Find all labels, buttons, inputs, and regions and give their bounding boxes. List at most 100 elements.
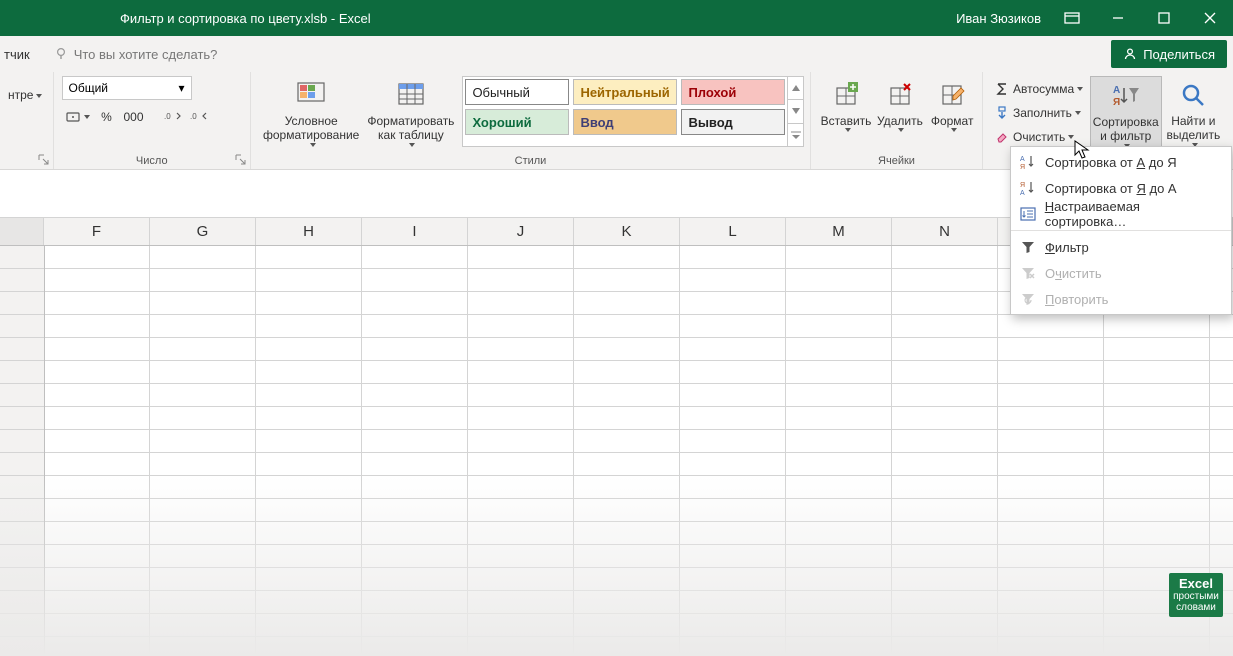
svg-text:А: А bbox=[1020, 190, 1025, 196]
delete-cells-button[interactable]: Удалить bbox=[873, 76, 927, 132]
decrease-decimal-button[interactable]: .0 bbox=[187, 106, 211, 128]
format-cells-button[interactable]: Формат bbox=[927, 76, 978, 132]
column-header[interactable]: I bbox=[362, 218, 468, 245]
tell-me-placeholder: Что вы хотите сделать? bbox=[74, 47, 218, 62]
decrease-decimal-icon: .0 bbox=[190, 110, 208, 124]
style-good[interactable]: Хороший bbox=[465, 109, 569, 135]
autosum-button[interactable]: Автосумма bbox=[991, 78, 1090, 100]
style-normal[interactable]: Обычный bbox=[465, 79, 569, 105]
maximize-button[interactable] bbox=[1141, 0, 1187, 36]
styles-group: Условное форматирование Форматировать ка… bbox=[251, 72, 811, 169]
document-title: Фильтр и сортировка по цвету.xlsb - Exce… bbox=[120, 11, 371, 26]
merge-center-button[interactable]: нтре bbox=[8, 76, 45, 102]
number-launcher-icon[interactable] bbox=[233, 152, 247, 166]
menu-label: Сортировка от Я до А bbox=[1045, 181, 1177, 196]
gallery-down-button[interactable] bbox=[787, 99, 803, 122]
select-all-corner[interactable] bbox=[0, 218, 44, 245]
menu-sort-a-to-z[interactable]: АЯ Сортировка от А до Я bbox=[1011, 149, 1231, 175]
ribbon-display-options-icon[interactable] bbox=[1049, 0, 1095, 36]
tab-fragment[interactable]: тчик bbox=[0, 47, 30, 62]
number-group-label: Число bbox=[54, 155, 251, 167]
style-neutral[interactable]: Нейтральный bbox=[573, 79, 677, 105]
style-input[interactable]: Ввод bbox=[573, 109, 677, 135]
find-select-button[interactable]: Найти и выделить bbox=[1162, 76, 1225, 149]
increase-decimal-button[interactable]: .0 bbox=[161, 106, 185, 128]
funnel-reapply-icon bbox=[1017, 292, 1039, 306]
format-cells-icon bbox=[939, 78, 965, 112]
number-format-value: Общий bbox=[69, 81, 109, 95]
menu-separator bbox=[1011, 230, 1231, 231]
svg-text:Я: Я bbox=[1020, 182, 1025, 189]
user-name[interactable]: Иван Зюзиков bbox=[956, 11, 1041, 26]
column-header[interactable]: F bbox=[44, 218, 150, 245]
fill-button[interactable]: Заполнить bbox=[991, 102, 1090, 124]
ribbon-tab-strip: тчик Что вы хотите сделать? Поделиться bbox=[0, 36, 1233, 72]
svg-text:.0: .0 bbox=[190, 112, 197, 121]
delete-cells-icon bbox=[887, 78, 913, 112]
menu-label: Сортировка от А до Я bbox=[1045, 155, 1177, 170]
fill-down-icon bbox=[995, 106, 1009, 120]
gallery-scroll bbox=[787, 77, 803, 146]
find-select-icon bbox=[1179, 78, 1207, 112]
gallery-up-button[interactable] bbox=[787, 77, 803, 99]
funnel-clear-icon bbox=[1017, 266, 1039, 280]
sort-descending-icon: ЯА bbox=[1017, 180, 1039, 196]
svg-text:Я: Я bbox=[1113, 97, 1120, 108]
style-bad[interactable]: Плохой bbox=[681, 79, 785, 105]
lightbulb-icon bbox=[54, 47, 68, 61]
menu-clear-filter: Очистить bbox=[1011, 260, 1231, 286]
clear-button[interactable]: Очистить bbox=[991, 126, 1090, 148]
svg-text:.0: .0 bbox=[164, 112, 171, 121]
menu-label: Повторить bbox=[1045, 292, 1108, 307]
svg-text:А: А bbox=[1113, 85, 1120, 96]
sort-filter-menu: АЯ Сортировка от А до Я ЯА Сортировка от… bbox=[1010, 146, 1232, 315]
share-button[interactable]: Поделиться bbox=[1111, 40, 1227, 68]
column-header[interactable]: G bbox=[150, 218, 256, 245]
channel-watermark: Excel простыми словами bbox=[1169, 573, 1223, 617]
style-output[interactable]: Вывод bbox=[681, 109, 785, 135]
gallery-more-button[interactable] bbox=[787, 123, 803, 146]
column-header[interactable]: H bbox=[256, 218, 362, 245]
chevron-down-icon: ▾ bbox=[178, 81, 184, 95]
titlebar: Фильтр и сортировка по цвету.xlsb - Exce… bbox=[0, 0, 1233, 36]
cell-styles-gallery[interactable]: Обычный Нейтральный Плохой Хороший Ввод … bbox=[462, 76, 804, 147]
menu-label: Фильтр bbox=[1045, 240, 1089, 255]
eraser-icon bbox=[995, 130, 1009, 144]
conditional-formatting-button[interactable]: Условное форматирование bbox=[259, 76, 363, 147]
column-header[interactable]: L bbox=[680, 218, 786, 245]
column-header[interactable]: M bbox=[786, 218, 892, 245]
custom-sort-icon bbox=[1017, 206, 1039, 222]
format-as-table-button[interactable]: Форматировать как таблицу bbox=[363, 76, 458, 147]
conditional-formatting-icon bbox=[296, 78, 326, 112]
cells-group: Вставить Удалить Формат Ячейки bbox=[811, 72, 983, 169]
menu-sort-z-to-a[interactable]: ЯА Сортировка от Я до А bbox=[1011, 175, 1231, 201]
number-format-dropdown[interactable]: Общий ▾ bbox=[62, 76, 192, 100]
share-label: Поделиться bbox=[1143, 47, 1215, 62]
column-header[interactable]: J bbox=[468, 218, 574, 245]
alignment-group: нтре bbox=[0, 72, 54, 169]
number-group: Общий ▾ % 000 .0 .0 Число bbox=[54, 72, 252, 169]
sigma-icon bbox=[995, 82, 1009, 96]
close-button[interactable] bbox=[1187, 0, 1233, 36]
menu-reapply-filter: Повторить bbox=[1011, 286, 1231, 312]
accounting-format-button[interactable] bbox=[62, 106, 93, 128]
menu-custom-sort[interactable]: Настраиваемая сортировка… bbox=[1011, 201, 1231, 227]
menu-label: Очистить bbox=[1045, 266, 1102, 281]
column-header[interactable]: K bbox=[574, 218, 680, 245]
minimize-button[interactable] bbox=[1095, 0, 1141, 36]
funnel-icon bbox=[1017, 240, 1039, 254]
percent-button[interactable]: % bbox=[95, 106, 119, 128]
menu-filter[interactable]: Фильтр bbox=[1011, 234, 1231, 260]
sort-ascending-icon: АЯ bbox=[1017, 154, 1039, 170]
tell-me-search[interactable]: Что вы хотите сделать? bbox=[54, 47, 218, 62]
comma-style-button[interactable]: 000 bbox=[121, 106, 147, 128]
alignment-launcher-icon[interactable] bbox=[36, 152, 50, 166]
insert-cells-button[interactable]: Вставить bbox=[819, 76, 873, 132]
styles-group-label: Стили bbox=[251, 155, 810, 167]
column-header[interactable]: N bbox=[892, 218, 998, 245]
currency-icon bbox=[65, 109, 81, 125]
sort-filter-button[interactable]: АЯ Сортировка и фильтр bbox=[1090, 76, 1162, 149]
sort-filter-icon: АЯ bbox=[1111, 79, 1141, 113]
menu-label: Настраиваемая сортировка… bbox=[1045, 199, 1223, 229]
person-icon bbox=[1123, 47, 1137, 61]
